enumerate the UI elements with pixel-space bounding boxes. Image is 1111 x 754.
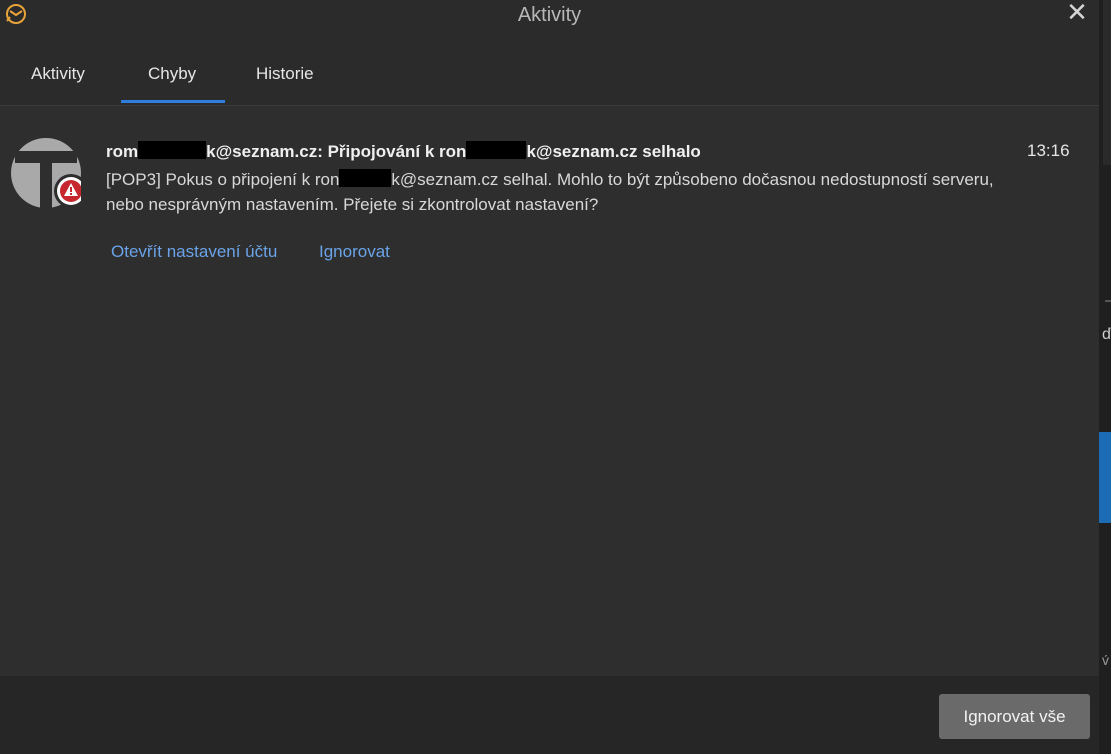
message-title-part1: rom (106, 142, 139, 161)
ignore-all-button[interactable]: Ignorovat vše (939, 694, 1090, 739)
activity-dialog: Aktivity ✕ Aktivity Chyby Historie rom k@… (0, 0, 1099, 754)
account-avatar (11, 138, 81, 208)
open-account-settings-link[interactable]: Otevřít nastavení účtu (111, 242, 277, 262)
background-highlight (1099, 432, 1111, 523)
background-text: ď (1102, 326, 1111, 343)
background-panel (1103, 0, 1111, 165)
message-title-part3: k@seznam.cz selhalo (526, 142, 701, 161)
redaction-bar (339, 169, 392, 187)
window-title: Aktivity (517, 4, 582, 26)
message-body-part1: [POP3] Pokus o připojení k ron (106, 170, 340, 189)
redaction-bar (466, 141, 527, 159)
active-tab-indicator (121, 100, 225, 103)
tab-historie[interactable]: Historie (256, 64, 314, 84)
title-bar: Aktivity ✕ (0, 0, 1099, 32)
tab-aktivity[interactable]: Aktivity (31, 64, 85, 84)
message-body-line2: nebo nesprávným nastavením. Přejete si z… (106, 195, 599, 214)
message-time: 13:16 (1027, 141, 1070, 160)
message-title-part2: k@seznam.cz: Připojování k ron (206, 142, 467, 161)
message-title: rom k@seznam.cz: Připojování k ron k@sezna… (106, 141, 701, 162)
background-text: v́ (1102, 652, 1109, 668)
background-window-strip: ď v́ (1099, 0, 1111, 754)
redaction-bar (138, 141, 207, 159)
message-body-part2: k@seznam.cz selhal. Mohlo to být způsobe… (391, 170, 994, 189)
message-body: [POP3] Pokus o připojení k ron k@seznam.c… (106, 167, 1066, 217)
tab-bar: Aktivity Chyby Historie (0, 32, 1099, 106)
tab-chyby[interactable]: Chyby (148, 64, 196, 84)
dialog-footer (0, 676, 1099, 754)
ignore-link[interactable]: Ignorovat (319, 242, 390, 262)
background-divider (1105, 300, 1111, 302)
close-icon[interactable]: ✕ (1063, 0, 1091, 26)
